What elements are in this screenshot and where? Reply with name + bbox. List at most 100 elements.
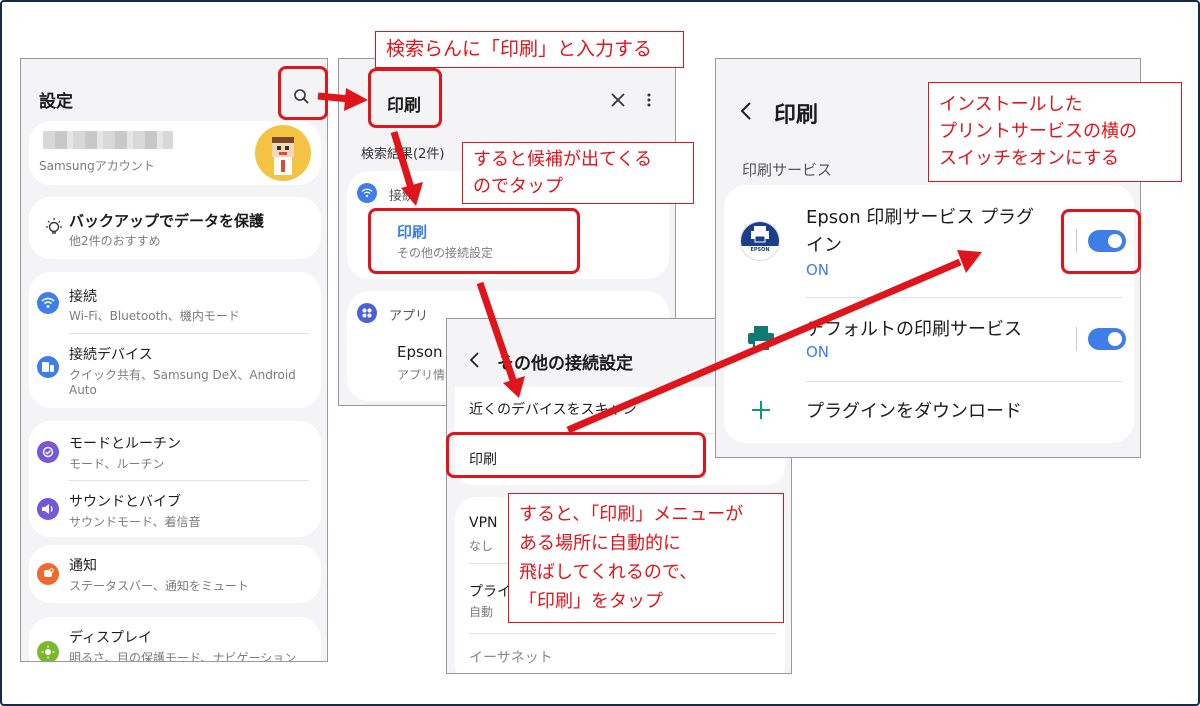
settings-item-sub: ステータスバー、通知をミュート	[69, 579, 249, 593]
callout-step2: すると候補が出てくる のでタップ	[462, 142, 694, 204]
menu-item-private-dns[interactable]: プライ	[469, 581, 511, 601]
download-plugin-label: プラグインをダウンロード	[806, 401, 1022, 422]
devices-icon	[37, 356, 59, 378]
wifi-icon	[357, 183, 377, 203]
settings-item-sub: サウンドモード、着信音	[69, 515, 201, 529]
callout-line: プリントサービスの横の	[939, 121, 1137, 142]
settings-item-title: ディスプレイ	[69, 630, 153, 646]
results-section-label: アプリ	[389, 309, 429, 324]
private-sub: 自動	[469, 605, 494, 619]
account-label: Samsungアカウント	[39, 159, 155, 173]
chevron-left-icon	[469, 352, 479, 368]
settings-item-connections[interactable]: 接続 Wi-Fi、Bluetooth、機内モード	[29, 272, 321, 332]
check-icon	[37, 441, 59, 463]
backup-suggestion-card[interactable]: バックアップでデータを保護 他2件のおすすめ	[29, 197, 321, 259]
callout-line: ある場所に自動的に	[519, 533, 681, 554]
callout-text: 検索らんに「印刷」と入力する	[386, 38, 653, 60]
service-status: ON	[806, 261, 830, 279]
service-title-line1: Epson 印刷サービス プラグ	[806, 207, 1035, 228]
notifications-group: 通知 ステータスバー、通知をミュート	[29, 545, 321, 603]
back-button[interactable]	[736, 99, 758, 123]
results-section-label: 接続	[389, 189, 416, 204]
results-count: 検索結果(2件)	[361, 147, 445, 162]
highlight-print-menu	[446, 432, 706, 478]
callout-step4: インストールした プリントサービスの横の スイッチをオンにする	[928, 82, 1182, 182]
callout-line: のでタップ	[473, 176, 563, 197]
account-card[interactable]: Samsungアカウント	[29, 121, 321, 185]
settings-item-sub: 明るさ、目の保護モード、ナビゲーション	[69, 651, 297, 662]
epson-logo: EPSON	[740, 221, 780, 261]
menu-item-nearby-scan[interactable]: 近くのデバイスをスキャン	[469, 399, 637, 419]
page-title: 設定	[39, 92, 73, 112]
clear-search-button[interactable]	[607, 89, 629, 111]
settings-item-sub: Wi-Fi、Bluetooth、機内モード	[69, 309, 240, 323]
service-status: ON	[806, 343, 830, 361]
settings-item-sound-vibration[interactable]: サウンドとバイブ サウンドモード、着信音	[29, 481, 321, 537]
blurred-account-name	[43, 131, 173, 149]
divider	[469, 633, 775, 634]
callout-line: すると、「印刷」メニューが	[519, 504, 744, 525]
settings-item-sub-line2: Auto	[69, 383, 97, 397]
divider	[806, 297, 1122, 298]
service-title-line2: イン	[806, 235, 842, 256]
robot-avatar-icon	[272, 137, 294, 175]
settings-item-notifications[interactable]: 通知 ステータスバー、通知をミュート	[29, 545, 321, 603]
avatar[interactable]	[255, 125, 311, 181]
section-label: 印刷サービス	[742, 161, 833, 179]
highlight-search-result	[368, 208, 580, 274]
service-title: デフォルトの印刷サービス	[806, 319, 1022, 340]
callout-step1: 検索らんに「印刷」と入力する	[375, 31, 684, 68]
callout-line: すると候補が出てくる	[473, 149, 653, 170]
callout-line: 「印刷」をタップ	[519, 591, 663, 612]
settings-item-title: 通知	[69, 558, 97, 574]
back-button[interactable]	[465, 349, 485, 371]
plus-icon	[752, 401, 770, 419]
highlight-epson-toggle	[1061, 209, 1141, 274]
wifi-icon	[37, 292, 59, 314]
lightbulb-icon	[46, 218, 62, 234]
vpn-sub: なし	[469, 539, 494, 553]
divider	[806, 381, 1122, 382]
display-group: ディスプレイ 明るさ、目の保護モード、ナビゲーション	[29, 617, 321, 662]
settings-item-sub: モード、ルーチン	[69, 457, 165, 471]
callout-line: スイッチをオンにする	[939, 148, 1120, 169]
connections-group: 接続 Wi-Fi、Bluetooth、機内モード 接続デバイス クイック共有、S…	[29, 272, 321, 408]
backup-sub: 他2件のおすすめ	[69, 234, 161, 248]
highlight-search-query	[368, 68, 442, 128]
settings-item-title: モードとルーチン	[69, 436, 181, 452]
sun-icon	[37, 641, 59, 661]
toggle-divider	[1076, 327, 1077, 351]
more-vert-icon	[647, 93, 651, 107]
more-options-button[interactable]	[639, 89, 659, 111]
printer-icon	[751, 226, 769, 243]
sound-group: モードとルーチン モード、ルーチン サウンドとバイブ サウンドモード、着信音	[29, 421, 321, 537]
backup-title: バックアップでデータを保護	[69, 212, 265, 230]
page-title: その他の接続設定	[497, 354, 633, 374]
callout-step3: すると、「印刷」メニューが ある場所に自動的に 飛ばしてくれるので、 「印刷」を…	[508, 493, 784, 623]
epson-logo-text: EPSON	[750, 247, 770, 253]
settings-item-sub: クイック共有、Samsung DeX、Android	[69, 368, 296, 382]
sound-icon	[37, 498, 59, 520]
settings-screen: 設定 Samsungアカウント バックアップでデータを保護 他2件のおすすめ 接…	[20, 58, 328, 662]
settings-item-title: 接続	[69, 289, 97, 305]
settings-item-title: 接続デバイス	[69, 347, 153, 363]
callout-line: インストールした	[939, 94, 1083, 115]
app-result-title: Epson	[397, 343, 443, 361]
settings-item-connected-devices[interactable]: 接続デバイス クイック共有、Samsung DeX、Android Auto	[29, 334, 321, 408]
menu-item-ethernet[interactable]: イーサネット	[469, 647, 553, 667]
print-service-default[interactable]: デフォルトの印刷サービス ON	[724, 299, 1134, 379]
highlight-search-button	[278, 66, 328, 120]
bell-icon	[37, 563, 59, 585]
close-icon	[611, 93, 625, 107]
settings-item-modes-routines[interactable]: モードとルーチン モード、ルーチン	[29, 421, 321, 479]
settings-item-display[interactable]: ディスプレイ 明るさ、目の保護モード、ナビゲーション	[29, 617, 321, 662]
settings-item-title: サウンドとバイブ	[69, 494, 181, 510]
download-plugin-item[interactable]: プラグインをダウンロード	[724, 383, 1134, 439]
page-title: 印刷	[774, 103, 819, 128]
apps-icon	[357, 303, 377, 323]
chevron-left-icon	[740, 102, 751, 120]
default-service-toggle[interactable]	[1088, 328, 1126, 350]
printer-icon	[748, 326, 774, 350]
menu-item-vpn[interactable]: VPN	[469, 515, 498, 531]
callout-line: 飛ばしてくれるので、	[519, 562, 698, 583]
